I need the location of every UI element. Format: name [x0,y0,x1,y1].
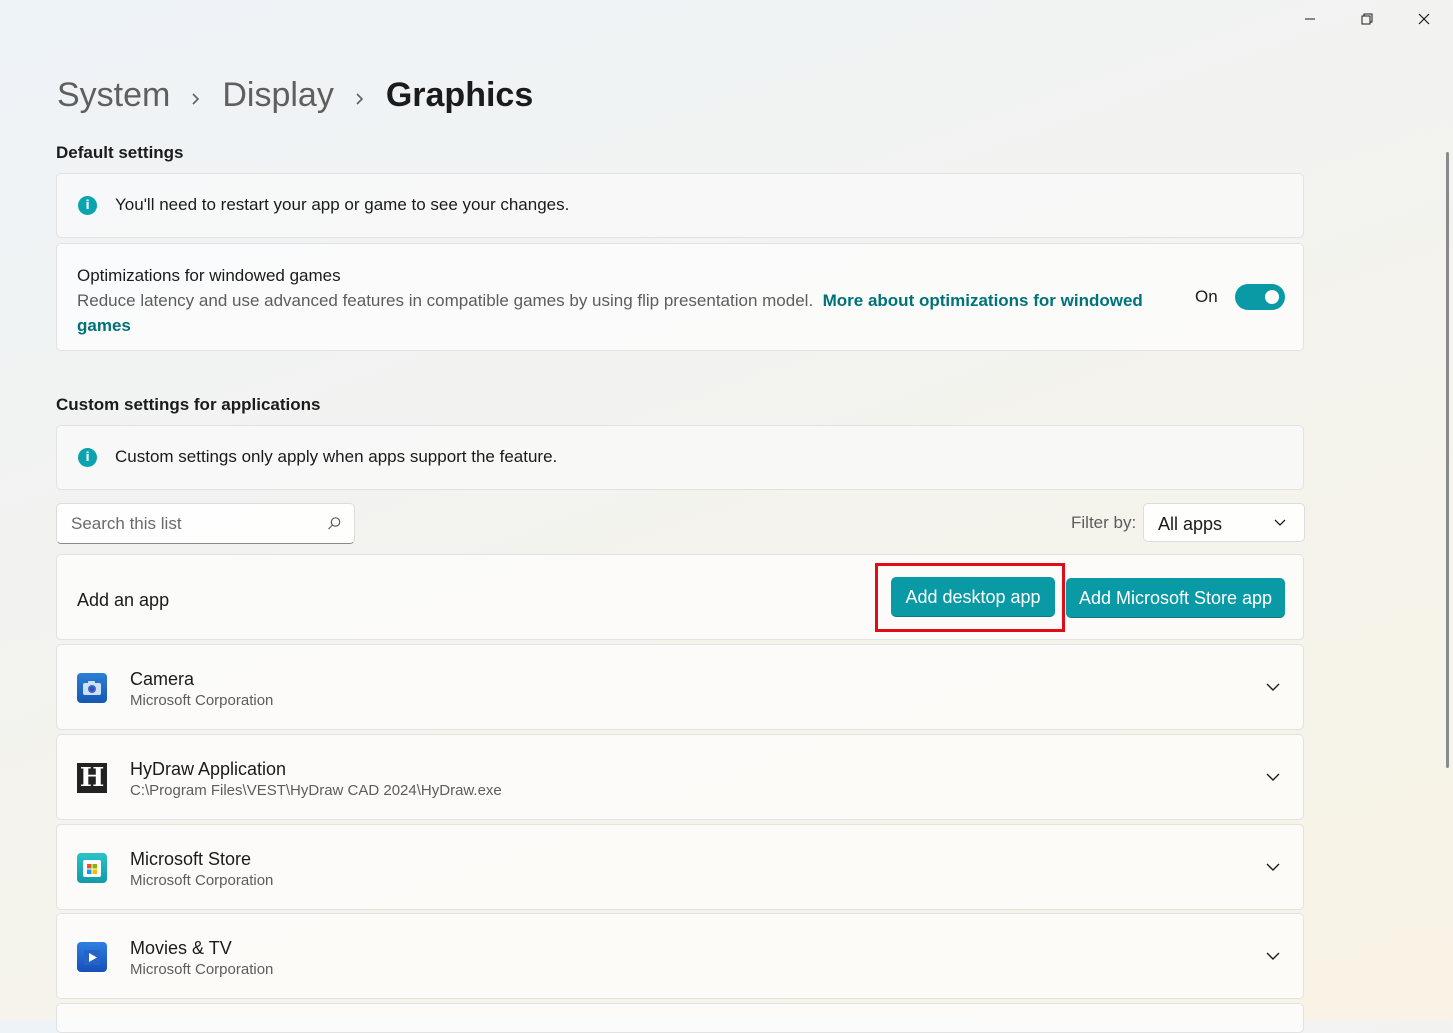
page-title: Graphics [385,75,534,114]
setting-title: Optimizations for windowed games [77,266,341,285]
scrollbar[interactable] [1446,152,1449,768]
toggle-state-label: On [1195,287,1218,306]
close-icon [1418,13,1430,25]
app-path: C:\Program Files\VEST\HyDraw CAD 2024\Hy… [130,782,502,799]
restart-info-bar: i You'll need to restart your app or gam… [56,173,1304,238]
chevron-down-icon[interactable] [1265,861,1281,873]
add-store-app-button[interactable]: Add Microsoft Store app [1066,578,1285,618]
chevron-down-icon[interactable] [1265,950,1281,962]
highlight-box [875,563,1065,632]
list-item[interactable]: Movies & TV Microsoft Corporation [56,913,1304,999]
toggle-knob [1265,290,1279,304]
minimize-icon [1305,18,1315,20]
app-publisher: Microsoft Corporation [130,961,274,978]
search-input[interactable] [69,513,323,535]
setting-description-text: Reduce latency and use advanced features… [77,291,814,310]
filter-label: Filter by: [1071,513,1137,532]
info-icon: i [78,196,97,215]
windowed-games-toggle[interactable] [1235,284,1285,310]
setting-description: Reduce latency and use advanced features… [77,288,1177,338]
chevron-down-icon [1274,519,1286,526]
chevron-right-icon [334,76,386,115]
restore-button[interactable] [1339,0,1395,38]
add-app-label: Add an app [77,590,170,610]
search-box [56,503,355,544]
restore-icon [1361,13,1373,25]
microsoft-store-icon [77,853,107,883]
section-title-default-settings: Default settings [56,143,184,162]
list-item[interactable]: Camera Microsoft Corporation [56,644,1304,730]
chevron-right-icon [170,76,222,115]
app-name: Movies & TV [130,938,232,958]
restart-info-text: You'll need to restart your app or game … [115,195,570,214]
app-publisher: Microsoft Corporation [130,872,274,889]
custom-info-bar: i Custom settings only apply when apps s… [56,425,1304,490]
app-name: Camera [130,669,195,689]
chevron-down-icon[interactable] [1265,771,1281,783]
windowed-games-setting: Optimizations for windowed games Reduce … [56,243,1304,351]
custom-info-text: Custom settings only apply when apps sup… [115,447,558,466]
info-icon: i [78,448,97,467]
search-icon[interactable] [327,516,342,531]
filter-selected-value: All apps [1158,514,1223,534]
list-item[interactable] [56,1003,1304,1033]
section-title-custom-settings: Custom settings for applications [56,395,321,414]
chevron-down-icon[interactable] [1265,681,1281,693]
breadcrumb-system[interactable]: System [57,76,170,115]
filter-dropdown[interactable]: All apps [1143,503,1305,542]
movies-tv-icon [77,942,107,972]
add-app-row: Add an app Add desktop app Add Microsoft… [56,554,1304,640]
camera-icon [77,673,107,703]
app-name: HyDraw Application [130,759,287,779]
list-item[interactable]: Microsoft Store Microsoft Corporation [56,824,1304,910]
app-name: Microsoft Store [130,849,252,869]
close-button[interactable] [1396,0,1452,38]
minimize-button[interactable] [1282,0,1338,38]
breadcrumb: System Display Graphics [57,72,533,118]
breadcrumb-display[interactable]: Display [222,76,333,115]
hydraw-icon: H [77,763,107,793]
list-item[interactable]: H HyDraw Application C:\Program Files\VE… [56,734,1304,820]
app-publisher: Microsoft Corporation [130,692,274,709]
